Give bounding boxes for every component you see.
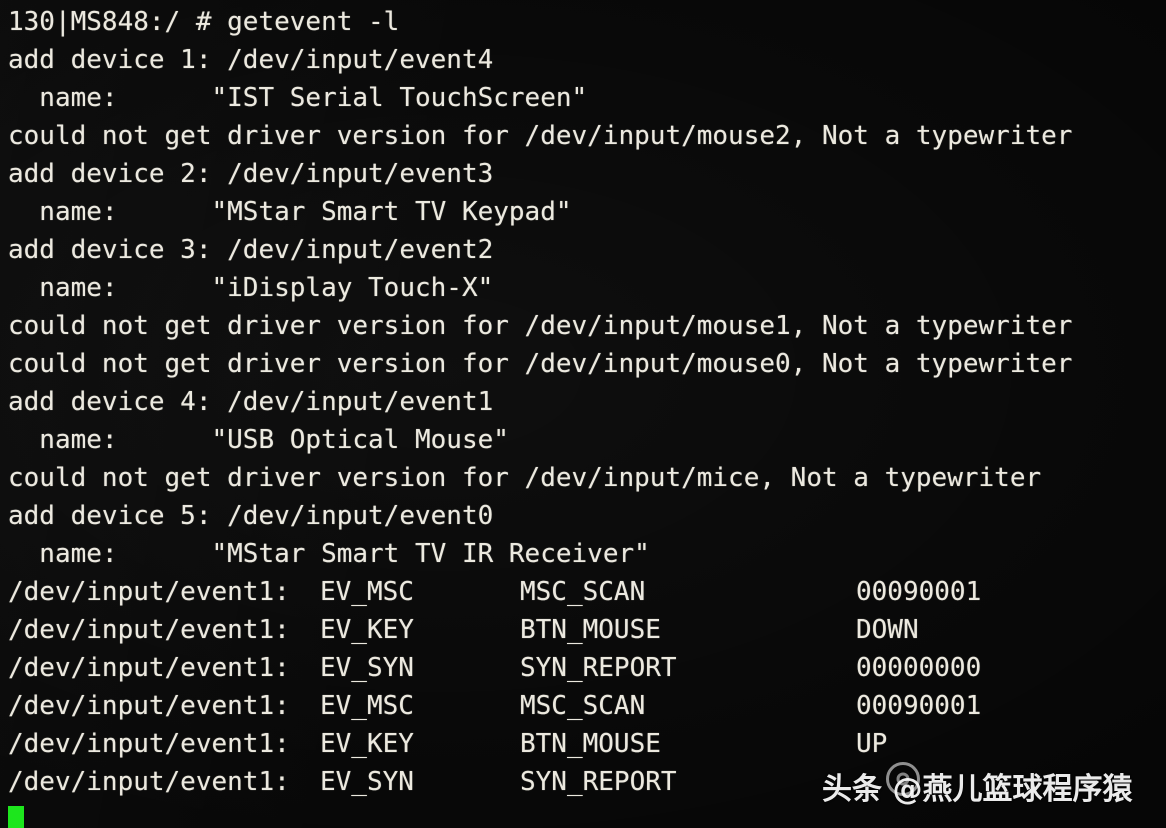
output-line: name: "IST Serial TouchScreen" (8, 83, 588, 113)
output-line: add device 1: /dev/input/event4 (8, 45, 494, 75)
event-code: SYN_REPORT (520, 767, 677, 797)
output-line: add device 5: /dev/input/event0 (8, 501, 494, 531)
output-line: could not get driver version for /dev/in… (8, 349, 1073, 379)
event-value: 00000000 (856, 653, 982, 683)
output-line: could not get driver version for /dev/in… (8, 121, 1073, 151)
event-code: BTN_MOUSE (520, 615, 661, 645)
event-code: MSC_SCAN (520, 691, 646, 721)
output-line: name: "iDisplay Touch-X" (8, 273, 494, 303)
prompt-line: 130|MS848:/ # getevent -l (8, 7, 400, 37)
event-type: EV_MSC (320, 691, 414, 721)
event-device-path: /dev/input/event1: (8, 615, 290, 645)
output-line: name: "USB Optical Mouse" (8, 425, 509, 455)
event-device-path: /dev/input/event1: (8, 577, 290, 607)
event-device-path: /dev/input/event1: (8, 767, 290, 797)
event-type: EV_KEY (320, 615, 414, 645)
event-type: EV_KEY (320, 729, 414, 759)
terminal-screen: 130|MS848:/ # getevent -l add device 1: /… (0, 0, 1166, 828)
output-line: add device 2: /dev/input/event3 (8, 159, 494, 189)
event-value: 00090001 (856, 691, 982, 721)
terminal-cursor (8, 806, 24, 828)
event-device-path: /dev/input/event1: (8, 691, 290, 721)
event-device-path: /dev/input/event1: (8, 653, 290, 683)
terminal-output[interactable]: 130|MS848:/ # getevent -l add device 1: /… (0, 0, 1166, 828)
output-line: could not get driver version for /dev/in… (8, 311, 1073, 341)
event-code: SYN_REPORT (520, 653, 677, 683)
output-line: could not get driver version for /dev/in… (8, 463, 1042, 493)
output-line: name: "MStar Smart TV Keypad" (8, 197, 572, 227)
event-value: DOWN (856, 615, 919, 645)
event-type: EV_SYN (320, 767, 414, 797)
output-line: add device 4: /dev/input/event1 (8, 387, 494, 417)
event-type: EV_MSC (320, 577, 414, 607)
event-device-path: /dev/input/event1: (8, 729, 290, 759)
event-type: EV_SYN (320, 653, 414, 683)
event-code: BTN_MOUSE (520, 729, 661, 759)
event-value: UP (856, 729, 888, 759)
output-line: name: "MStar Smart TV IR Receiver" (8, 539, 650, 569)
output-line: add device 3: /dev/input/event2 (8, 235, 494, 265)
event-code: MSC_SCAN (520, 577, 646, 607)
event-value: 00090001 (856, 577, 982, 607)
